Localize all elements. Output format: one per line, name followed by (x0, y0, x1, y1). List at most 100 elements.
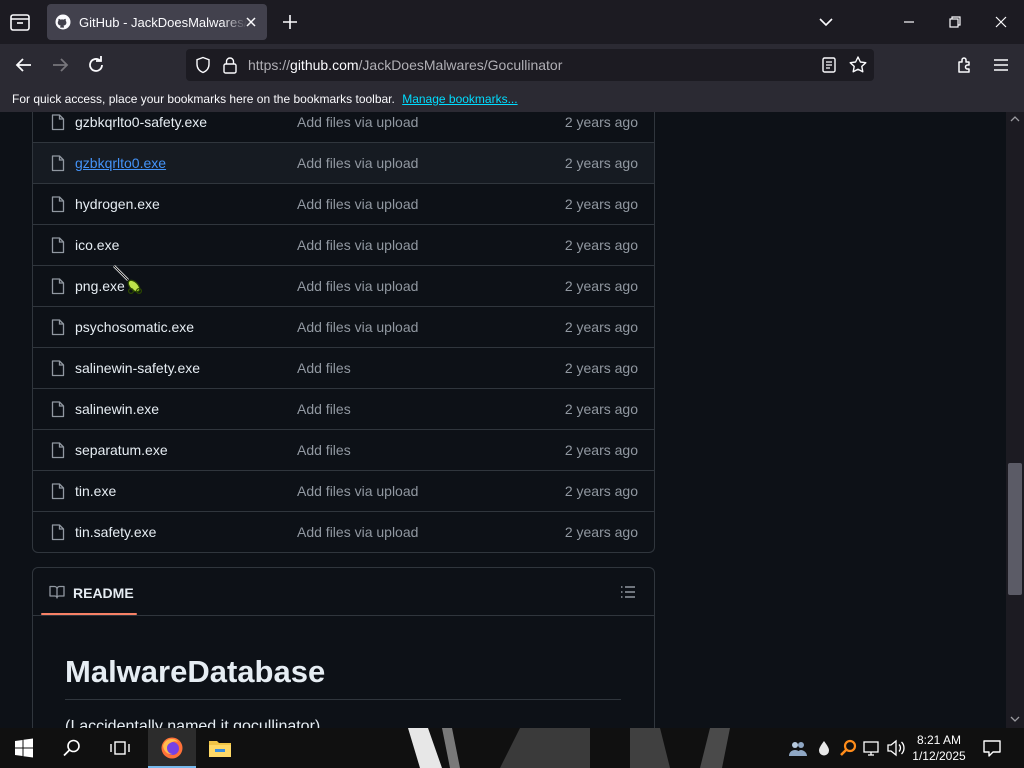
file-icon (51, 319, 65, 336)
action-center-notification-icon[interactable] (982, 738, 1002, 758)
file-icon (51, 114, 65, 131)
clock-date: 1/12/2025 (912, 749, 966, 763)
file-row[interactable]: gzbkqrlto0-safety.exe Add files via uploa… (33, 112, 654, 142)
url-host: github.com (290, 57, 359, 73)
bookmarks-toolbar: For quick access, place your bookmarks h… (0, 86, 1024, 112)
taskbar-clock[interactable]: 8:21 AM 1/12/2025 (904, 732, 974, 764)
file-name-link[interactable]: tin.exe (75, 483, 116, 499)
commit-age: 2 years ago (564, 442, 638, 458)
commit-message-link[interactable]: Add files via upload (297, 237, 418, 253)
tab-title: GitHub - JackDoesMalwares/Gocullinator (79, 14, 247, 30)
commit-age: 2 years ago (564, 114, 638, 130)
scroll-down-arrow-icon[interactable] (1009, 714, 1021, 724)
scrollbar-thumb[interactable] (1008, 463, 1022, 595)
taskbar-firefox-button[interactable] (148, 728, 196, 768)
commit-message-link[interactable]: Add files (297, 442, 351, 458)
forward-arrow-icon[interactable] (48, 53, 72, 77)
file-icon (51, 196, 65, 213)
file-icon (51, 155, 65, 172)
file-icon (51, 442, 65, 459)
water-drop-icon[interactable] (814, 738, 834, 758)
commit-message-link[interactable]: Add files via upload (297, 319, 418, 335)
file-icon (51, 360, 65, 377)
file-row[interactable]: salinewin.exe Add files 2 years ago (33, 388, 654, 429)
new-tab-plus-icon[interactable] (279, 11, 301, 33)
lock-icon[interactable] (222, 56, 238, 74)
windows-start-icon[interactable] (14, 738, 34, 758)
file-icon (51, 237, 65, 254)
commit-message-link[interactable]: Add files (297, 360, 351, 376)
commit-age: 2 years ago (564, 360, 638, 376)
commit-message-link[interactable]: Add files via upload (297, 524, 418, 540)
mouse-cursor-icon (113, 265, 143, 295)
commit-message-link[interactable]: Add files (297, 401, 351, 417)
commit-age: 2 years ago (564, 483, 638, 499)
magnifier-app-icon[interactable] (838, 738, 858, 758)
file-name-link[interactable]: ico.exe (75, 237, 119, 253)
firefox-view-icon[interactable] (8, 10, 32, 34)
outline-list-icon[interactable] (620, 585, 636, 599)
bookmark-star-icon[interactable] (848, 55, 868, 75)
file-row[interactable]: hydrogen.exe Add files via upload 2 years … (33, 183, 654, 224)
file-row[interactable]: tin.exe Add files via upload 2 years ago (33, 470, 654, 511)
page-viewport: gzbkqrlto0-safety.exe Add files via uploa… (0, 112, 1006, 728)
taskbar-wallpaper-art (408, 728, 730, 768)
url-text[interactable]: https://github.com/JackDoesMalwares/Gocu… (248, 57, 562, 73)
commit-age: 2 years ago (564, 278, 638, 294)
file-name-link[interactable]: separatum.exe (75, 442, 168, 458)
file-name-link[interactable]: tin.safety.exe (75, 524, 156, 540)
vertical-scrollbar[interactable] (1006, 112, 1024, 728)
search-icon[interactable] (62, 738, 82, 758)
minimize-window-icon[interactable] (898, 12, 920, 32)
readme-header: README (33, 568, 654, 616)
file-name-link[interactable]: psychosomatic.exe (75, 319, 194, 335)
readme-tab[interactable]: README (73, 585, 134, 601)
close-tab-icon[interactable] (243, 14, 259, 30)
file-row[interactable]: ico.exe Add files via upload 2 years ago (33, 224, 654, 265)
task-view-icon[interactable] (109, 738, 131, 758)
chevron-down-icon[interactable] (816, 12, 836, 32)
commit-message-link[interactable]: Add files via upload (297, 155, 418, 171)
firefox-icon (161, 737, 183, 759)
browser-tab-active[interactable]: GitHub - JackDoesMalwares/Gocullinator (47, 4, 267, 40)
file-row[interactable]: tin.safety.exe Add files via upload 2 year… (33, 511, 654, 552)
file-name-link[interactable]: gzbkqrlto0-safety.exe (75, 114, 207, 130)
address-bar[interactable]: https://github.com/JackDoesMalwares/Gocu… (186, 49, 874, 81)
volume-icon[interactable] (886, 738, 906, 758)
commit-message-link[interactable]: Add files via upload (297, 278, 418, 294)
file-icon (51, 401, 65, 418)
file-row[interactable]: separatum.exe Add files 2 years ago (33, 429, 654, 470)
tab-bar: GitHub - JackDoesMalwares/Gocullinator (0, 0, 1024, 44)
commit-message-link[interactable]: Add files via upload (297, 196, 418, 212)
url-scheme: https:// (248, 57, 291, 73)
file-name-link[interactable]: salinewin.exe (75, 401, 159, 417)
people-icon[interactable] (788, 738, 808, 758)
file-row[interactable]: gzbkqrlto0.exe Add files via upload 2 year… (33, 142, 654, 183)
file-name-link[interactable]: hydrogen.exe (75, 196, 160, 212)
tracking-protection-shield-icon[interactable] (194, 56, 212, 74)
manage-bookmarks-link[interactable]: Manage bookmarks... (402, 92, 517, 106)
windows-taskbar: 8:21 AM 1/12/2025 (0, 728, 1024, 768)
scroll-up-arrow-icon[interactable] (1009, 114, 1021, 124)
clock-time: 8:21 AM (916, 733, 962, 747)
commit-age: 2 years ago (564, 237, 638, 253)
readme-heading: MalwareDatabase (65, 654, 326, 689)
commit-age: 2 years ago (564, 524, 638, 540)
file-name-link[interactable]: gzbkqrlto0.exe (75, 155, 166, 171)
restore-window-icon[interactable] (944, 12, 966, 32)
file-explorer-folder-icon[interactable] (207, 736, 233, 760)
file-row[interactable]: salinewin-safety.exe Add files 2 years ago (33, 347, 654, 388)
back-arrow-icon[interactable] (12, 53, 36, 77)
commit-message-link[interactable]: Add files via upload (297, 114, 418, 130)
file-name-link[interactable]: salinewin-safety.exe (75, 360, 200, 376)
reload-icon[interactable] (84, 53, 108, 77)
commit-age: 2 years ago (564, 319, 638, 335)
extensions-puzzle-icon[interactable] (954, 54, 976, 76)
network-icon[interactable] (862, 738, 882, 758)
reader-view-icon[interactable] (820, 56, 838, 74)
commit-message-link[interactable]: Add files via upload (297, 483, 418, 499)
hamburger-menu-icon[interactable] (990, 54, 1012, 76)
close-window-icon[interactable] (990, 12, 1012, 32)
file-icon (51, 524, 65, 541)
file-row[interactable]: psychosomatic.exe Add files via upload 2 y… (33, 306, 654, 347)
